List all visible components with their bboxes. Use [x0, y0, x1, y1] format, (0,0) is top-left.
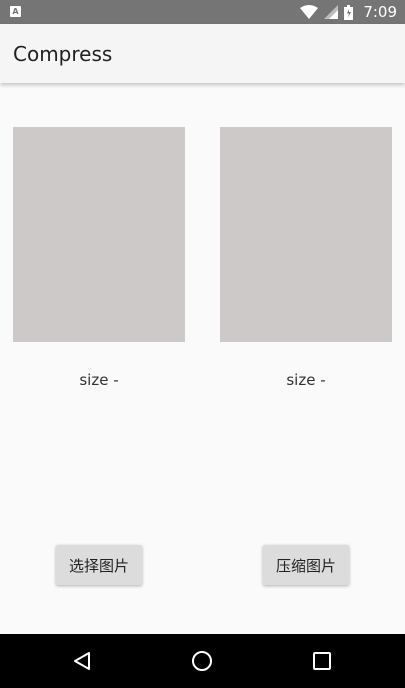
- status-time: 7:09: [363, 3, 397, 21]
- status-icons: 7:09: [300, 0, 397, 24]
- wifi-icon: [300, 5, 319, 19]
- page-title: Compress: [13, 42, 113, 66]
- app-bar: Compress: [0, 24, 405, 83]
- compress-image-button[interactable]: 压缩图片: [263, 545, 349, 585]
- status-bar: A 7:09: [0, 0, 405, 24]
- navigation-bar: [0, 634, 405, 688]
- back-icon[interactable]: [69, 648, 95, 674]
- original-image-preview: [13, 127, 185, 342]
- notification-app-icon: A: [10, 6, 21, 17]
- signal-icon: [324, 5, 339, 19]
- home-icon[interactable]: [189, 648, 215, 674]
- recents-icon[interactable]: [309, 648, 335, 674]
- compressed-image-preview: [220, 127, 392, 342]
- battery-icon: [344, 4, 354, 20]
- original-size-label: size -: [79, 371, 119, 389]
- compressed-size-label: size -: [286, 371, 326, 389]
- select-image-button[interactable]: 选择图片: [56, 545, 142, 585]
